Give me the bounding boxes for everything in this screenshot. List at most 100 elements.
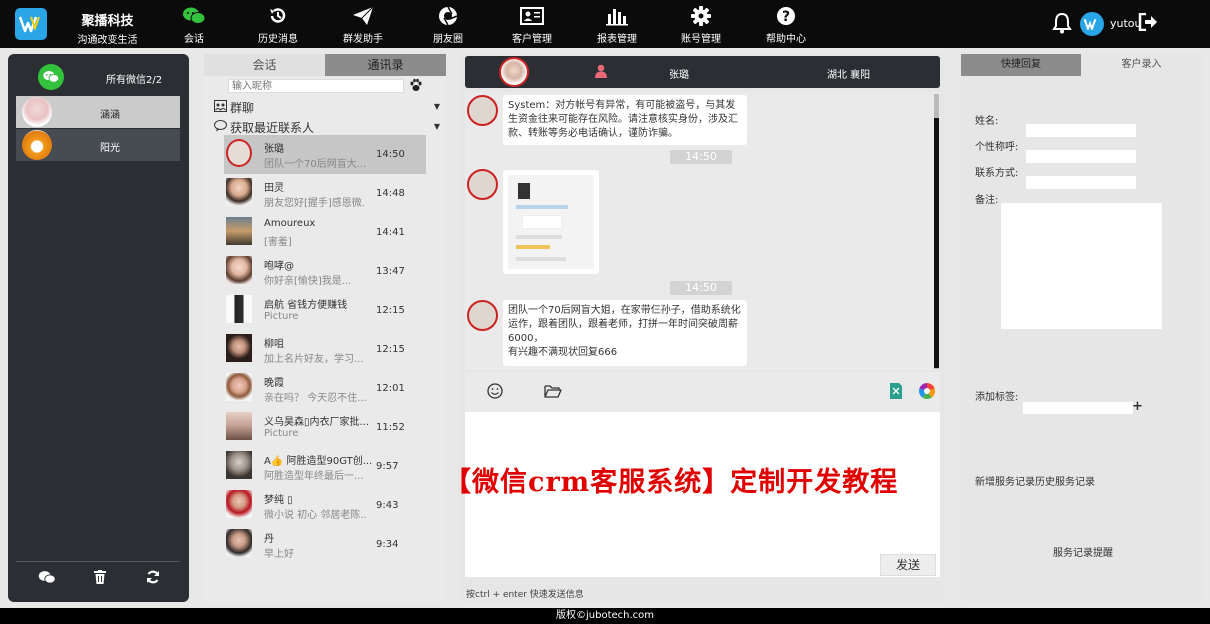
chat-header: 张璐 湖北 襄阳 [465, 56, 940, 88]
note-field[interactable] [1001, 203, 1162, 329]
trash-icon[interactable] [94, 570, 106, 587]
contact-time: 14:48 [376, 188, 405, 199]
contact-name: 张璐 [264, 144, 284, 155]
contact-last-message: Picture [264, 428, 299, 439]
chat-contact-name: 张璐 [669, 70, 689, 81]
nav-broadcast[interactable]: 群发助手 [328, 6, 398, 45]
refresh-icon[interactable] [146, 570, 160, 587]
moments-icon [439, 6, 458, 26]
note-label: 备注: [975, 195, 999, 206]
avatar [226, 178, 252, 206]
tab-contacts[interactable]: 通讯录 [325, 54, 446, 76]
contact-last-message: 你好亲[愉快]我是... [264, 276, 352, 287]
nav-label: 历史消息 [258, 34, 298, 45]
contact-last-message: 团队一个70后网盲大... [264, 159, 366, 170]
gear-icon [691, 6, 711, 26]
account-panel: 所有微信2/2 涵涵 阳光 [8, 54, 189, 602]
nav-history[interactable]: 历史消息 [243, 6, 313, 45]
message-bubble: 团队一个70后网盲大姐，在家带仨孙子，借助系统化运作，跟着团队，跟着老师，打拼一… [503, 300, 747, 366]
file-icon[interactable] [890, 383, 902, 402]
message-list[interactable]: System：对方帐号有异常，有可能被盗号，与其发生资金往来可能存在风险。请注意… [465, 92, 940, 370]
contact-name: 田灵 [264, 183, 284, 194]
contact-item[interactable]: 晚霞 亲在吗？ 今天忍不住... 12:01 [224, 369, 426, 408]
contact-last-message: 早上好 [264, 549, 294, 560]
user-avatar[interactable] [1080, 12, 1104, 36]
color-wheel-icon[interactable] [918, 383, 936, 402]
wechat-icon[interactable] [38, 570, 56, 588]
customer-panel: 快捷回复 客户录入 姓名: 个性称呼: 联系方式: 备注: 添加标签: + 新增… [961, 54, 1202, 602]
contact-name: 咆哮@ [264, 261, 294, 272]
tab-customer-entry[interactable]: 客户录入 [1081, 54, 1202, 76]
contact-name: 义乌昊森▯内衣厂家批... [264, 417, 370, 428]
nav-moments[interactable]: 朋友圈 [413, 6, 483, 45]
bar-chart-icon [606, 9, 628, 26]
nav-label: 朋友圈 [433, 34, 463, 45]
chat-panel: 张璐 湖北 襄阳 System：对方帐号有异常，有可能被盗号，与其发生资金往来可… [458, 54, 945, 602]
tab-chat[interactable]: 会话 [204, 54, 325, 76]
emoji-icon[interactable] [487, 383, 503, 402]
tag-input[interactable] [1023, 402, 1133, 414]
send-button[interactable]: 发送 [880, 554, 936, 576]
contact-last-message: 阿胜造型年终最后一... [264, 471, 364, 482]
avatar [226, 373, 252, 401]
contact-item[interactable]: 梦纯 ▯ 微小说 初心 邻居老陈... 9:43 [224, 486, 426, 525]
nav-chat[interactable]: 会话 [159, 6, 229, 45]
contacts-panel: 会话 通讯录 群聊 ▼ 获取最近联系人 ▼ 张璐 团队一个70后网盲大... 1… [204, 54, 446, 602]
contact-item[interactable]: 启航 省钱方便赚钱 Picture 12:15 [224, 291, 426, 330]
account-item[interactable]: 涵涵 [16, 96, 180, 128]
brand-subtitle: 沟通改变生活 [77, 35, 138, 46]
recent-contacts-row[interactable]: 获取最近联系人 ▼ [212, 119, 440, 135]
top-bar: 聚播科技 沟通改变生活 会话 历史消息 群发助手 朋友圈 客户管理 报表管理 账… [0, 0, 1210, 48]
contact-item[interactable]: A👍 阿胜造型90GT创... 阿胜造型年终最后一... 9:57 [224, 447, 426, 486]
contact-item[interactable]: 丹 早上好 9:34 [224, 525, 426, 564]
contact-item[interactable]: Amoureux [害羞] 14:41 [224, 213, 426, 252]
logout-icon[interactable] [1138, 12, 1158, 34]
group-chat-label: 群聊 [230, 101, 255, 115]
contact-item[interactable]: 张璐 团队一个70后网盲大... 14:50 [224, 135, 426, 174]
tag-label: 添加标签: [975, 392, 1019, 403]
nav-accounts[interactable]: 账号管理 [666, 6, 736, 45]
message-time: 14:50 [670, 281, 732, 295]
service-record-reminder[interactable]: 服务记录提醒 [1053, 544, 1113, 559]
folder-icon[interactable] [544, 384, 562, 401]
image-message[interactable] [503, 170, 599, 274]
contact-time: 14:50 [376, 149, 405, 160]
chat-contact-location: 湖北 襄阳 [827, 70, 871, 81]
avatar [467, 95, 498, 126]
customer-card-icon [520, 7, 544, 25]
svg-text:?: ? [782, 9, 790, 25]
contact-time: 12:01 [376, 383, 405, 394]
avatar [226, 139, 252, 167]
search-input[interactable] [228, 79, 404, 93]
avatar [226, 529, 252, 557]
nav-reports[interactable]: 报表管理 [582, 6, 652, 45]
nickname-field[interactable] [1026, 150, 1136, 163]
contact-item[interactable]: 柳咀 加上名片好友，学习... 12:15 [224, 330, 426, 369]
nav-customers[interactable]: 客户管理 [497, 6, 567, 45]
paw-icon[interactable] [409, 78, 423, 95]
history-service-record-link[interactable]: 历史服务记录 [1035, 477, 1095, 488]
add-service-record-link[interactable]: 新增服务记录 [975, 477, 1035, 488]
avatar [226, 412, 252, 440]
copyright-footer: 版权©jubotech.com [0, 608, 1210, 624]
contact-name: 柳咀 [264, 339, 284, 350]
message-scrollbar-thumb[interactable] [934, 118, 939, 368]
contact-name: 启航 省钱方便赚钱 [264, 300, 348, 311]
chat-bubble-icon [214, 120, 227, 135]
plus-icon[interactable]: + [1132, 399, 1143, 414]
contact-item[interactable]: 田灵 朋友您好[握手]感恩微... 14:48 [224, 174, 426, 213]
bell-icon[interactable] [1052, 12, 1072, 37]
account-count-title: 所有微信2/2 [106, 75, 163, 86]
nav-help[interactable]: ? 帮助中心 [751, 6, 821, 45]
contact-name: 晚霞 [264, 378, 284, 389]
group-chat-row[interactable]: 群聊 ▼ [212, 99, 440, 115]
contact-item[interactable]: 义乌昊森▯内衣厂家批... Picture 11:52 [224, 408, 426, 447]
name-field[interactable] [1026, 124, 1136, 137]
account-item[interactable]: 阳光 [16, 129, 180, 161]
avatar [226, 334, 252, 362]
contact-method-field[interactable] [1026, 176, 1136, 189]
history-icon [270, 8, 286, 23]
contact-item[interactable]: 咆哮@ 你好亲[愉快]我是... 13:47 [224, 252, 426, 291]
tab-quick-reply[interactable]: 快捷回复 [961, 54, 1081, 76]
avatar [467, 300, 498, 331]
